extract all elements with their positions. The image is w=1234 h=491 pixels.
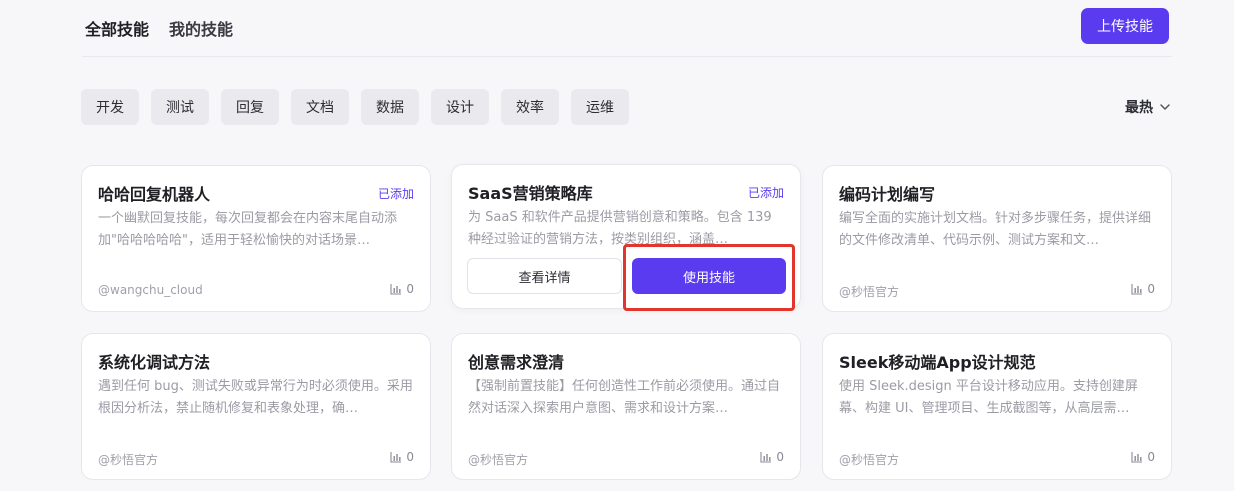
chevron-down-icon xyxy=(1160,104,1170,110)
bar-chart-icon xyxy=(390,284,402,295)
skill-author: @秒悟官方 xyxy=(98,453,159,467)
filter-chip-test[interactable]: 测试 xyxy=(151,89,209,125)
filter-chip-dev[interactable]: 开发 xyxy=(81,89,139,125)
skill-title: 哈哈回复机器人 xyxy=(98,185,211,204)
usage-stat: 0 xyxy=(1131,282,1155,296)
skill-card[interactable]: Sleek移动端App设计规范 使用 Sleek.design 平台设计移动应用… xyxy=(822,333,1172,480)
skill-author: @秒悟官方 xyxy=(839,453,900,467)
bar-chart-icon xyxy=(1131,452,1143,463)
tab-all-skills[interactable]: 全部技能 xyxy=(85,16,149,40)
skill-card[interactable]: 创意需求澄清 【强制前置技能】任何创造性工作前必须使用。通过自然对话深入探索用户… xyxy=(451,333,801,480)
usage-count: 0 xyxy=(776,450,784,464)
skill-title: SaaS营销策略库 xyxy=(468,184,593,203)
filter-chip-design[interactable]: 设计 xyxy=(431,89,489,125)
skill-card[interactable]: 系统化调试方法 遇到任何 bug、测试失败或异常行为时必须使用。采用根因分析法，… xyxy=(81,333,431,480)
sort-label: 最热 xyxy=(1125,100,1153,116)
skill-description: 一个幽默回复技能，每次回复都会在内容末尾自动添加"哈哈哈哈哈"，适用于轻松愉快的… xyxy=(98,211,398,248)
bar-chart-icon xyxy=(1131,284,1143,295)
filter-bar: 开发 测试 回复 文档 数据 设计 效率 运维 xyxy=(81,89,629,125)
skill-description: 使用 Sleek.design 平台设计移动应用。支持创建屏幕、构建 UI、管理… xyxy=(839,379,1138,416)
skill-title: 系统化调试方法 xyxy=(98,353,211,372)
skill-description: 遇到任何 bug、测试失败或异常行为时必须使用。采用根因分析法，禁止随机修复和表… xyxy=(98,379,413,416)
added-badge: 已添加 xyxy=(747,186,784,200)
skill-title: 创意需求澄清 xyxy=(468,353,565,372)
usage-count: 0 xyxy=(406,282,414,296)
usage-count: 0 xyxy=(1147,450,1155,464)
usage-stat: 0 xyxy=(390,450,414,464)
tab-my-skills[interactable]: 我的技能 xyxy=(169,16,233,40)
added-badge: 已添加 xyxy=(377,187,414,201)
skill-author: @wangchu_cloud xyxy=(98,283,203,297)
filter-chip-efficiency[interactable]: 效率 xyxy=(501,89,559,125)
use-skill-button[interactable]: 使用技能 xyxy=(632,258,786,294)
header: 全部技能 我的技能 上传技能 xyxy=(82,0,1172,57)
usage-count: 0 xyxy=(1147,282,1155,296)
skill-author: @秒悟官方 xyxy=(839,285,900,299)
upload-skill-button[interactable]: 上传技能 xyxy=(1081,8,1169,44)
usage-stat: 0 xyxy=(1131,450,1155,464)
skill-card[interactable]: SaaS营销策略库 已添加 为 SaaS 和软件产品提供营销创意和策略。包含 1… xyxy=(451,164,801,309)
skill-title: Sleek移动端App设计规范 xyxy=(839,353,1036,372)
sort-dropdown[interactable]: 最热 xyxy=(1125,97,1171,117)
filter-chip-ops[interactable]: 运维 xyxy=(571,89,629,125)
usage-stat: 0 xyxy=(390,282,414,296)
skill-description: 为 SaaS 和软件产品提供营销创意和策略。包含 139 种经过验证的营销方法，… xyxy=(468,210,772,247)
filter-chip-docs[interactable]: 文档 xyxy=(291,89,349,125)
filter-chip-reply[interactable]: 回复 xyxy=(221,89,279,125)
view-details-button[interactable]: 查看详情 xyxy=(467,258,622,294)
filter-chip-data[interactable]: 数据 xyxy=(361,89,419,125)
bar-chart-icon xyxy=(390,452,402,463)
bar-chart-icon xyxy=(760,452,772,463)
skill-card[interactable]: 哈哈回复机器人 已添加 一个幽默回复技能，每次回复都会在内容末尾自动添加"哈哈哈… xyxy=(81,165,431,312)
skill-author: @秒悟官方 xyxy=(468,453,529,467)
skill-description: 【强制前置技能】任何创造性工作前必须使用。通过自然对话深入探索用户意图、需求和设… xyxy=(468,379,781,416)
usage-stat: 0 xyxy=(760,450,784,464)
skill-description: 编写全面的实施计划文档。针对多步骤任务，提供详细的文件修改清单、代码示例、测试方… xyxy=(839,211,1152,248)
usage-count: 0 xyxy=(406,450,414,464)
skill-card[interactable]: 编码计划编写 编写全面的实施计划文档。针对多步骤任务，提供详细的文件修改清单、代… xyxy=(822,165,1172,312)
skill-title: 编码计划编写 xyxy=(839,185,936,204)
